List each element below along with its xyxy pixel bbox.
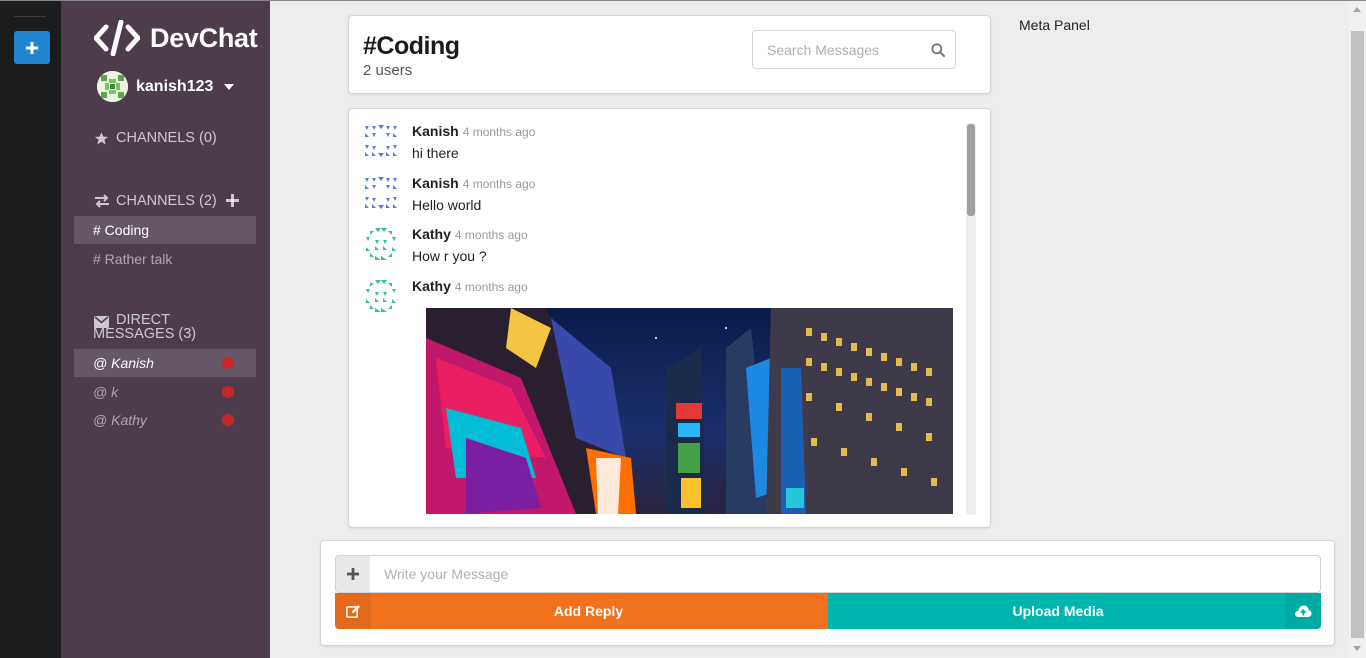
message-input[interactable] (370, 556, 1320, 592)
plus-icon (26, 41, 38, 54)
scroll-down-icon[interactable] (1353, 646, 1361, 651)
message-author: Kanish (412, 123, 459, 139)
search-input[interactable] (753, 31, 921, 68)
search-icon[interactable] (921, 42, 955, 57)
message-timestamp: 4 months ago (454, 280, 528, 294)
username: kanish123 (136, 77, 214, 95)
channel-item-rather-talk[interactable]: # Rather talk (74, 245, 256, 273)
message-content: Kanish 4 months ago Hello world (412, 175, 535, 213)
message-author: Kathy (412, 226, 451, 242)
message-item: Kathy 4 months ago How r you ? (363, 226, 528, 264)
message-author: Kathy (412, 278, 451, 294)
upload-media-label: Upload Media (1012, 603, 1104, 619)
code-icon (94, 20, 140, 56)
avatar (363, 123, 399, 159)
channels-header: CHANNELS (2) (93, 193, 239, 209)
status-indicator (222, 357, 234, 369)
messages-list: Kanish 4 months ago hi there Kanish 4 mont… (348, 108, 991, 528)
sidebar: DevChat kanish123 CHANNELS (0) CHANNELS … (61, 0, 270, 658)
channel-label: # Coding (93, 222, 150, 238)
meta-panel: Meta Panel (1019, 17, 1090, 33)
channel-title: #Coding (363, 32, 460, 60)
message-input-group (335, 555, 1321, 593)
channel-user-count: 2 users (363, 62, 413, 79)
dm-item-kathy[interactable]: @ Kathy (74, 406, 256, 434)
message-item: Kanish 4 months ago Hello world (363, 175, 535, 213)
message-timestamp: 4 months ago (462, 125, 536, 139)
starred-label: CHANNELS (0) (116, 130, 217, 146)
dm-label: @ Kathy (93, 412, 147, 428)
message-form: Add Reply Upload Media (320, 540, 1335, 646)
edit-icon (335, 593, 371, 629)
dm-item-kanish[interactable]: @ Kanish (74, 349, 256, 377)
starred-header: CHANNELS (0) (93, 130, 217, 146)
brand: DevChat (94, 20, 258, 56)
scroll-up-icon[interactable] (1353, 7, 1361, 12)
avatar (97, 71, 128, 102)
page-scrollbar-thumb[interactable] (1351, 31, 1364, 638)
dm-label: @ k (93, 384, 119, 400)
add-channel-button[interactable] (225, 194, 239, 208)
star-icon (93, 131, 110, 146)
dm-item-k[interactable]: @ k (74, 378, 256, 406)
plus-icon[interactable] (336, 556, 370, 592)
message-text: How r you ? (412, 248, 487, 264)
page-scrollbar[interactable] (1349, 0, 1366, 658)
cloud-upload-icon (1285, 593, 1321, 629)
upload-media-button[interactable]: Upload Media (828, 593, 1321, 629)
channels-label: CHANNELS (2) (116, 193, 217, 209)
message-text: hi there (412, 145, 459, 161)
message-author: Kanish (412, 175, 459, 191)
message-item: Kanish 4 months ago hi there (363, 123, 535, 161)
search-box (752, 30, 956, 69)
chevron-down-icon (224, 83, 235, 90)
app-name: DevChat (150, 22, 258, 53)
message-timestamp: 4 months ago (454, 228, 528, 242)
avatar (363, 226, 399, 262)
dm-label: @ Kanish (93, 355, 154, 371)
direct-messages-label: DIRECT MESSAGES (3) (93, 312, 197, 342)
user-dropdown[interactable]: kanish123 (97, 71, 235, 102)
status-indicator (222, 414, 234, 426)
add-color-button[interactable] (14, 31, 50, 64)
divider (14, 16, 46, 17)
add-reply-button[interactable]: Add Reply (335, 593, 828, 629)
status-indicator (222, 386, 234, 398)
direct-messages-header: DIRECT MESSAGES (3) (93, 312, 197, 342)
add-reply-label: Add Reply (553, 603, 624, 619)
color-panel (0, 0, 61, 658)
avatar (363, 175, 399, 211)
avatar (363, 278, 399, 314)
message-content: Kanish 4 months ago hi there (412, 123, 535, 161)
messages-header: #Coding 2 users (348, 15, 991, 94)
channel-item-coding[interactable]: # Coding (74, 216, 256, 244)
message-timestamp: 4 months ago (462, 177, 536, 191)
channel-label: # Rather talk (93, 251, 173, 267)
plus-icon (225, 194, 239, 207)
message-text: Hello world (412, 197, 482, 213)
message-content: Kathy 4 months ago How r you ? (412, 226, 528, 264)
message-image[interactable] (426, 308, 953, 514)
window-border (0, 0, 1366, 1)
messages-scrollbar-thumb[interactable] (967, 124, 975, 216)
exchange-icon (93, 194, 110, 209)
